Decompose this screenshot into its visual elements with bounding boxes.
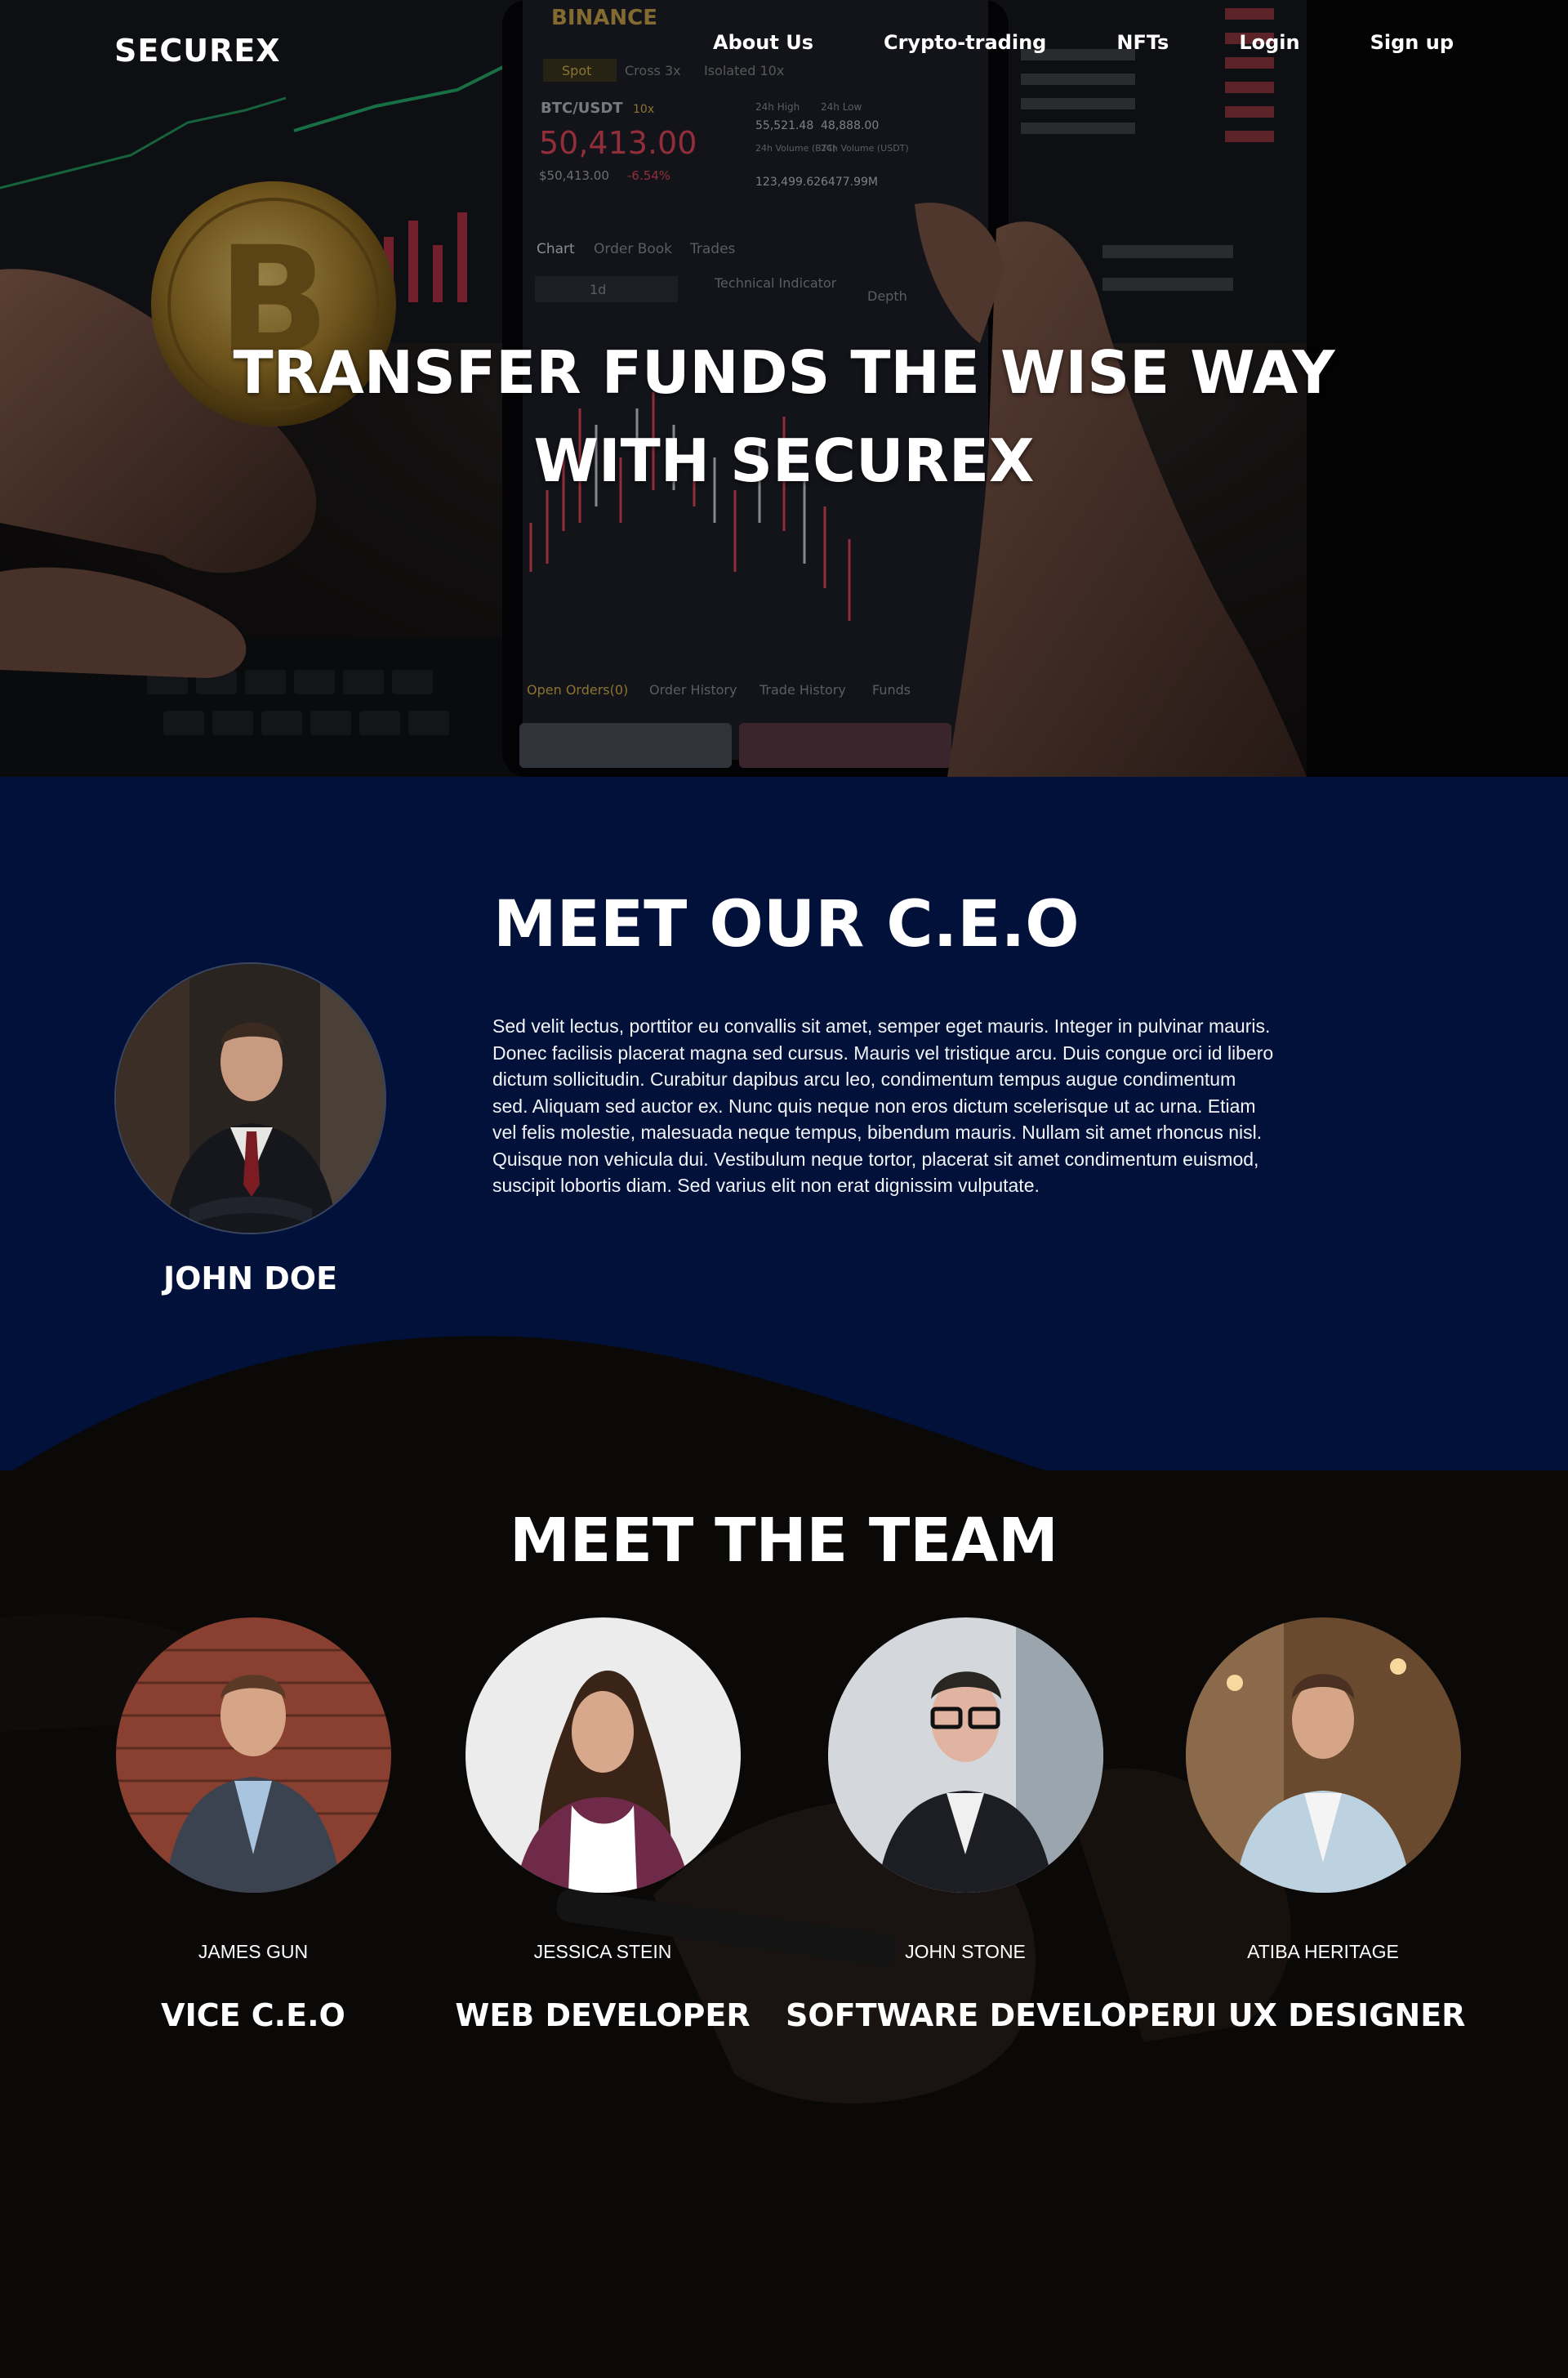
hero-section: B BINANCE Spot Cross 3x Isolated 10x BTC… <box>0 0 1568 777</box>
ceo-bio: Sed velit lectus, porttitor eu convallis… <box>492 1015 1274 1196</box>
team-member-avatar <box>465 1617 741 1893</box>
team-member-card: JESSICA STEIN WEB DEVELOPER <box>423 1617 782 2033</box>
ceo-avatar <box>114 962 386 1234</box>
team-member-name: JAMES GUN <box>198 1941 309 1962</box>
team-member-avatar <box>1185 1617 1461 1893</box>
ceo-heading: MEET OUR C.E.O <box>493 888 1080 961</box>
team-member-role: WEB DEVELOPER <box>455 1997 751 2033</box>
nav-link-login[interactable]: Login <box>1239 31 1299 54</box>
team-member-name: JESSICA STEIN <box>533 1941 672 1962</box>
team-member-name: JOHN STONE <box>905 1941 1026 1962</box>
team-member-photo <box>465 1617 741 1893</box>
hero-title-line1: TRANSFER FUNDS THE WISE WAY <box>233 338 1335 407</box>
team-heading: MEET THE TEAM <box>510 1506 1058 1576</box>
team-member-role: VICE C.E.O <box>161 1997 345 2033</box>
team-member-photo <box>115 1617 391 1893</box>
team-member-role: UI UX DESIGNER <box>1180 1997 1466 2033</box>
team-member-name: ATIBA HERITAGE <box>1247 1941 1399 1962</box>
team-member-photo <box>1185 1617 1461 1893</box>
nav-links: About Us Crypto-trading NFTs Login Sign … <box>713 31 1454 54</box>
team-section: MEET THE TEAM JAMES GUN VICE C.E.O JESSI… <box>0 1470 1568 2378</box>
ceo-name: JOHN DOE <box>163 1260 338 1296</box>
nav-link-sign-up[interactable]: Sign up <box>1370 31 1454 54</box>
team-member-avatar <box>827 1617 1103 1893</box>
team-member-avatar <box>115 1617 391 1893</box>
nav-link-nfts[interactable]: NFTs <box>1116 31 1169 54</box>
team-member-photo <box>827 1617 1103 1893</box>
team-member-card: ATIBA HERITAGE UI UX DESIGNER <box>1143 1617 1503 2033</box>
nav-link-crypto-trading[interactable]: Crypto-trading <box>884 31 1046 54</box>
nav-link-about-us[interactable]: About Us <box>713 31 813 54</box>
team-member-role: SOFTWARE DEVELOPER <box>786 1997 1195 2033</box>
team-member-card: JOHN STONE SOFTWARE DEVELOPER <box>786 1617 1195 2033</box>
hero-title-line2: WITH SECUREX <box>533 426 1035 495</box>
ceo-portrait-image <box>116 964 385 1233</box>
top-navigation: SECUREX About Us Crypto-trading NFTs Log… <box>0 0 1568 90</box>
team-member-card: JAMES GUN VICE C.E.O <box>74 1617 433 2033</box>
hero-title: TRANSFER FUNDS THE WISE WAY WITH SECUREX <box>212 328 1356 505</box>
brand-logo[interactable]: SECUREX <box>114 33 281 69</box>
